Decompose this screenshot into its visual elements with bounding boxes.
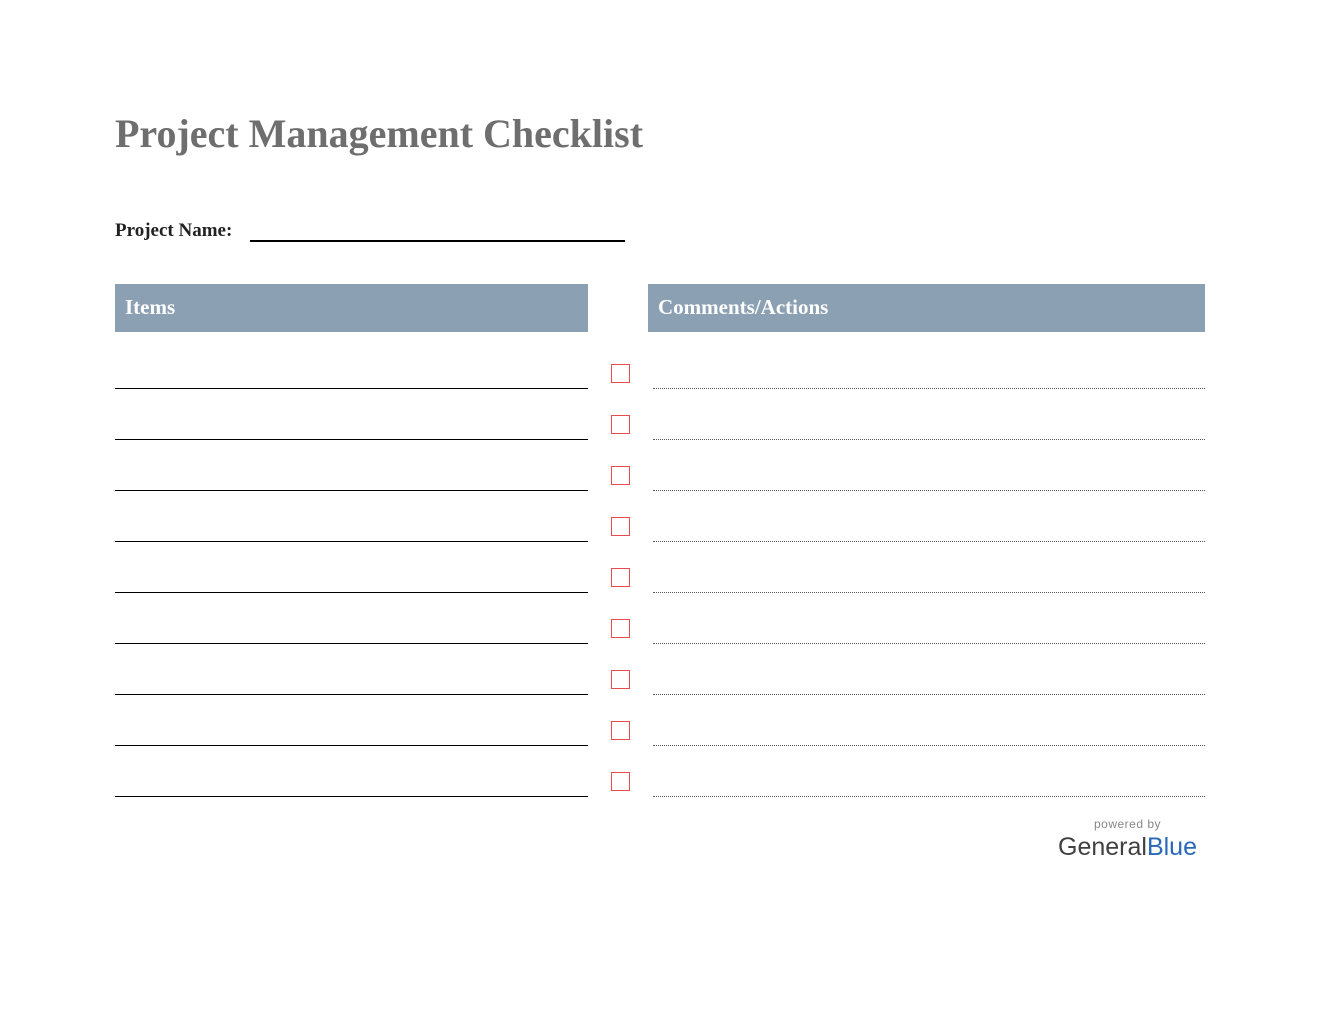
column-header-items: Items bbox=[115, 284, 588, 332]
checkbox[interactable] bbox=[611, 364, 630, 383]
page-title: Project Management Checklist bbox=[115, 110, 1205, 157]
checklist-row bbox=[115, 338, 1205, 389]
checkbox[interactable] bbox=[611, 619, 630, 638]
comment-input[interactable] bbox=[653, 616, 1205, 644]
item-input[interactable] bbox=[115, 714, 588, 746]
item-input[interactable] bbox=[115, 510, 588, 542]
project-name-input[interactable] bbox=[250, 217, 625, 242]
comment-input[interactable] bbox=[653, 718, 1205, 746]
item-input[interactable] bbox=[115, 561, 588, 593]
powered-by-label: powered by bbox=[1058, 817, 1197, 831]
project-name-row: Project Name: bbox=[115, 217, 1205, 242]
brand-logo: GeneralBlue bbox=[1058, 833, 1197, 862]
item-input[interactable] bbox=[115, 408, 588, 440]
checkbox[interactable] bbox=[611, 670, 630, 689]
item-input[interactable] bbox=[115, 663, 588, 695]
checkbox[interactable] bbox=[611, 517, 630, 536]
item-input[interactable] bbox=[115, 612, 588, 644]
comment-input[interactable] bbox=[653, 514, 1205, 542]
checklist-row bbox=[115, 695, 1205, 746]
checklist-row bbox=[115, 644, 1205, 695]
checklist-row bbox=[115, 746, 1205, 797]
footer: powered by GeneralBlue bbox=[115, 817, 1205, 862]
item-input[interactable] bbox=[115, 459, 588, 491]
comment-input[interactable] bbox=[653, 769, 1205, 797]
brand-general-text: General bbox=[1058, 833, 1147, 861]
checkbox[interactable] bbox=[611, 415, 630, 434]
checklist-row bbox=[115, 593, 1205, 644]
item-input[interactable] bbox=[115, 765, 588, 797]
checklist-rows bbox=[115, 338, 1205, 797]
comment-input[interactable] bbox=[653, 463, 1205, 491]
checkbox[interactable] bbox=[611, 721, 630, 740]
footer-brand: powered by GeneralBlue bbox=[1058, 817, 1197, 862]
comment-input[interactable] bbox=[653, 667, 1205, 695]
table-header: Items Comments/Actions bbox=[115, 284, 1205, 332]
item-input[interactable] bbox=[115, 357, 588, 389]
checklist-row bbox=[115, 389, 1205, 440]
project-name-label: Project Name: bbox=[115, 220, 232, 242]
comment-input[interactable] bbox=[653, 565, 1205, 593]
comment-input[interactable] bbox=[653, 361, 1205, 389]
checklist-row bbox=[115, 491, 1205, 542]
checkbox[interactable] bbox=[611, 568, 630, 587]
checkbox[interactable] bbox=[611, 772, 630, 791]
column-header-comments: Comments/Actions bbox=[648, 284, 1205, 332]
checklist-row bbox=[115, 542, 1205, 593]
checklist-row bbox=[115, 440, 1205, 491]
comment-input[interactable] bbox=[653, 412, 1205, 440]
checkbox[interactable] bbox=[611, 466, 630, 485]
brand-blue-text: Blue bbox=[1147, 833, 1197, 861]
